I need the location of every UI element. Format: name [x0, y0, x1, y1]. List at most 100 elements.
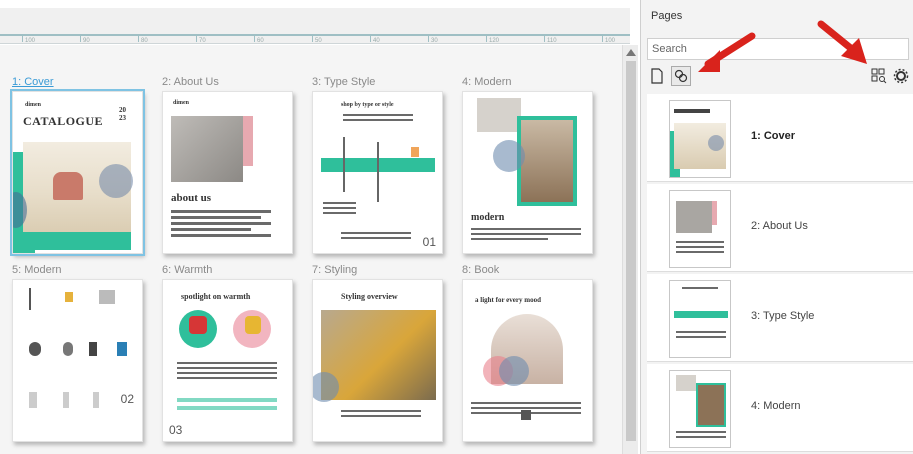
- type-heading: shop by type or style: [341, 102, 394, 108]
- lamp-item-9: [63, 392, 69, 408]
- ruler-tick: [370, 36, 371, 42]
- about-brand: dimen: [173, 100, 190, 106]
- page-thumbnail-styling[interactable]: Styling overview: [312, 279, 443, 442]
- styling-body-text: [341, 410, 421, 420]
- page-label-about-us[interactable]: 2: About Us: [162, 76, 219, 88]
- page-list-label-cover: 1: Cover: [751, 130, 796, 142]
- page-label-book[interactable]: 8: Book: [462, 264, 499, 276]
- grid-view-button[interactable]: [869, 66, 889, 86]
- ruler-tick: [544, 36, 545, 42]
- page-label-type-style[interactable]: 3: Type Style: [312, 76, 375, 88]
- lamp-item-3: [99, 290, 115, 304]
- scroll-thumb[interactable]: [626, 61, 636, 441]
- qr-code-icon: [521, 410, 531, 420]
- cover-chair: [53, 172, 83, 200]
- cover-title: CATALOGUE: [23, 114, 104, 128]
- ruler-tick: [138, 36, 139, 42]
- cover-year: 2023: [119, 106, 126, 122]
- warmth-yellow-lamp: [245, 316, 261, 334]
- multi-page-view[interactable]: 1: Cover 2: About Us 3: Type Style 4: Mo…: [0, 45, 622, 454]
- lamp-item-2: [65, 292, 73, 302]
- warmth-red-lamp: [189, 316, 207, 334]
- ruler-number: 50: [315, 38, 322, 44]
- page-thumbnail-warmth[interactable]: spotlight on warmth 03: [162, 279, 293, 442]
- page-label-styling[interactable]: 7: Styling: [312, 264, 357, 276]
- modern-photo-small: [477, 98, 521, 132]
- page-thumbnail-book[interactable]: a light for every mood: [462, 279, 593, 442]
- app-window: 1009080706050403012011010090 1: Cover 2:…: [0, 0, 913, 454]
- ruler-tick: [22, 36, 23, 42]
- annotation-arrow-grid: [817, 20, 867, 64]
- page-thumbnail-cover[interactable]: dimen CATALOGUE 2023: [10, 89, 145, 256]
- page-label-warmth[interactable]: 6: Warmth: [162, 264, 212, 276]
- modern-body-text: [471, 228, 581, 243]
- page-label-cover[interactable]: 1: Cover: [12, 76, 54, 88]
- book-circle-blue: [499, 356, 529, 386]
- page-list-item-type-style[interactable]: 3: Type Style: [647, 274, 913, 362]
- modern-circle: [493, 140, 525, 172]
- type-lamp-1: [343, 137, 345, 192]
- ruler-number: 30: [431, 38, 438, 44]
- type-body-text: [323, 202, 433, 217]
- type-page-number: 01: [422, 235, 436, 249]
- page-list-thumb-cover: [669, 100, 731, 178]
- page-thumbnail-modern[interactable]: modern: [462, 91, 593, 254]
- lamp-item-1: [29, 288, 31, 310]
- vertical-scrollbar[interactable]: [622, 45, 638, 454]
- panel-title: Pages: [651, 10, 683, 22]
- about-body-text: [171, 210, 271, 240]
- scroll-up-arrow-icon[interactable]: [626, 49, 636, 56]
- panel-settings-button[interactable]: [891, 66, 911, 86]
- ruler-tick: [196, 36, 197, 42]
- pages-panel: Pages Search 1: Cover 2: About Us 3: Typ…: [640, 0, 913, 454]
- page-thumbnail-type-style[interactable]: shop by type or style 01: [312, 91, 443, 254]
- page-list-thumb-modern: [669, 370, 731, 448]
- lamp-item-10: [93, 392, 99, 408]
- page-list-item-about-us[interactable]: 2: About Us: [647, 184, 913, 272]
- ruler-number: 100: [605, 38, 616, 44]
- lamp-item-8: [29, 392, 37, 408]
- grid-view-icon: [871, 68, 887, 84]
- duplicate-pages-button[interactable]: [671, 66, 691, 86]
- page-label-modern-2[interactable]: 5: Modern: [12, 264, 62, 276]
- lamp-item-6: [89, 342, 97, 356]
- ruler-tick: [312, 36, 313, 42]
- ruler-number: 90: [83, 38, 90, 44]
- new-page-button[interactable]: [647, 66, 667, 86]
- page-list-thumb-about-us: [669, 190, 731, 268]
- ruler-number: 70: [199, 38, 206, 44]
- page-list-thumb-type-style: [669, 280, 731, 358]
- ruler-number: 80: [141, 38, 148, 44]
- book-heading: a light for every mood: [475, 296, 541, 304]
- gear-icon: [893, 68, 909, 84]
- cover-footer-band: [23, 232, 131, 250]
- annotation-arrow-duplicate: [698, 32, 756, 72]
- cover-circle: [99, 164, 133, 198]
- type-subtext: [343, 114, 413, 124]
- warmth-page-number: 03: [169, 423, 183, 437]
- horizontal-ruler[interactable]: 1009080706050403012011010090: [0, 8, 670, 44]
- page-thumbnail-about-us[interactable]: dimen about us: [162, 91, 293, 254]
- ruler-tick: [254, 36, 255, 42]
- page-list-label-about-us: 2: About Us: [751, 220, 808, 232]
- lamp-item-7: [117, 342, 127, 356]
- page-thumbnail-modern-2[interactable]: 02: [12, 279, 143, 442]
- page-list-item-cover[interactable]: 1: Cover: [647, 94, 913, 182]
- cover-brand: dimen: [25, 102, 42, 108]
- ruler-number: 40: [373, 38, 380, 44]
- about-heading: about us: [171, 192, 212, 204]
- ruler-number: 100: [25, 38, 36, 44]
- page-list-item-modern[interactable]: 4: Modern: [647, 364, 913, 452]
- warmth-body-text: [177, 362, 277, 382]
- styling-heading: Styling overview: [341, 292, 398, 301]
- page-label-modern[interactable]: 4: Modern: [462, 76, 512, 88]
- lamp-item-4: [29, 342, 41, 356]
- ruler-baseline: [0, 34, 630, 36]
- page-list-label-modern: 4: Modern: [751, 400, 801, 412]
- warmth-heading: spotlight on warmth: [181, 292, 251, 301]
- warmth-teal-line-1: [177, 398, 277, 402]
- ruler-tick: [486, 36, 487, 42]
- modern-page-number: 02: [120, 392, 134, 406]
- type-lamp-2: [377, 142, 379, 202]
- modern-heading: modern: [471, 212, 505, 223]
